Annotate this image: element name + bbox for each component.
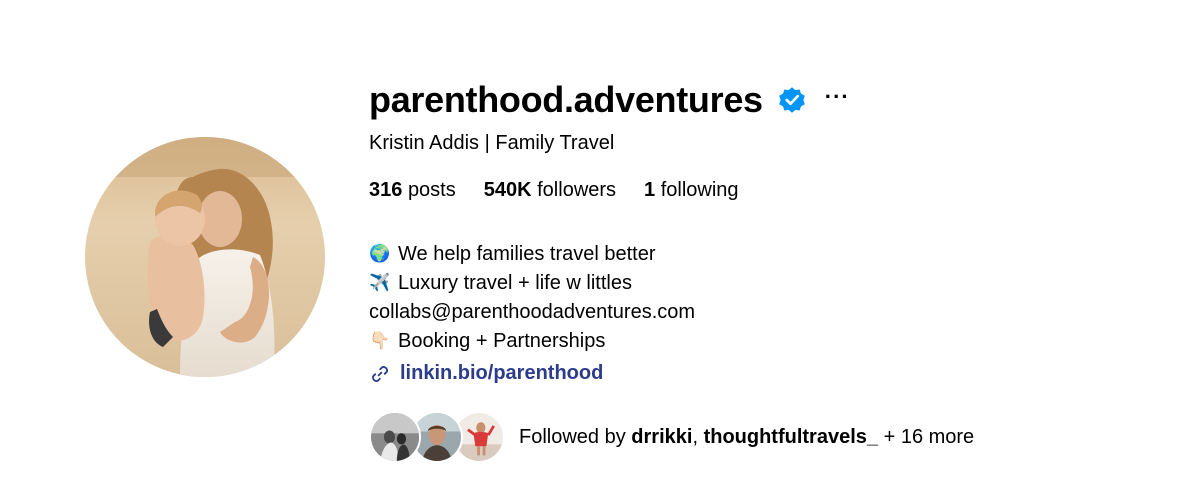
username-row: parenthood.adventures ···: [369, 78, 850, 122]
followed-by-user[interactable]: drrikki: [631, 426, 692, 448]
bio-text: We help families travel better: [398, 243, 656, 265]
profile-link[interactable]: linkin.bio/parenthood: [369, 362, 603, 385]
bio-line: 🌍 We help families travel better: [369, 240, 695, 269]
followers-label: followers: [537, 179, 617, 201]
globe-emoji-icon: 🌍: [369, 244, 391, 264]
followed-by-more[interactable]: + 16 more: [884, 426, 975, 448]
pointing-down-emoji-icon: 👇🏻: [369, 331, 391, 351]
link-icon: [372, 365, 388, 382]
following-label: following: [660, 179, 739, 201]
followed-by-user[interactable]: thoughtfultravels_: [704, 426, 878, 448]
posts-stat: 316 posts: [369, 179, 456, 202]
following-count: 1: [644, 179, 656, 201]
followed-by-separator: ,: [692, 425, 698, 448]
profile-avatar[interactable]: [85, 137, 325, 377]
profile-link-text: linkin.bio/parenthood: [400, 362, 604, 384]
followers-stat[interactable]: 540K followers: [484, 179, 616, 202]
profile-bio: 🌍 We help families travel better ✈️ Luxu…: [369, 240, 695, 356]
bio-line: ✈️ Luxury travel + life w littles: [369, 269, 695, 298]
profile-stats: 316 posts 540K followers 1 following: [369, 179, 767, 202]
following-stat[interactable]: 1 following: [644, 179, 739, 202]
followed-by-row[interactable]: Followed by drrikki, thoughtfultravels_ …: [369, 411, 974, 463]
followed-by-avatars: [369, 411, 513, 463]
bio-text: Booking + Partnerships: [398, 330, 606, 352]
more-options-button[interactable]: ···: [825, 86, 850, 114]
bio-text: collabs@parenthoodadventures.com: [369, 301, 696, 323]
username: parenthood.adventures: [369, 79, 763, 120]
profile-header: parenthood.adventures ··· Kristin Addis …: [0, 0, 1200, 499]
bio-text: Luxury travel + life w littles: [398, 272, 632, 294]
posts-count: 316: [369, 179, 403, 201]
bio-email: collabs@parenthoodadventures.com: [369, 298, 695, 327]
profile-info: parenthood.adventures ··· Kristin Addis …: [369, 0, 1149, 499]
followers-count: 540K: [483, 179, 532, 201]
bio-line: 👇🏻 Booking + Partnerships: [369, 327, 695, 356]
follower-avatar: [369, 411, 421, 463]
followed-by-prefix: Followed by: [519, 425, 626, 448]
followed-by-text: Followed by drrikki, thoughtfultravels_ …: [519, 426, 974, 449]
profile-full-name: Kristin Addis | Family Travel: [369, 132, 615, 154]
posts-label: posts: [407, 179, 456, 201]
airplane-emoji-icon: ✈️: [369, 273, 391, 293]
verified-badge-icon: [779, 87, 805, 113]
